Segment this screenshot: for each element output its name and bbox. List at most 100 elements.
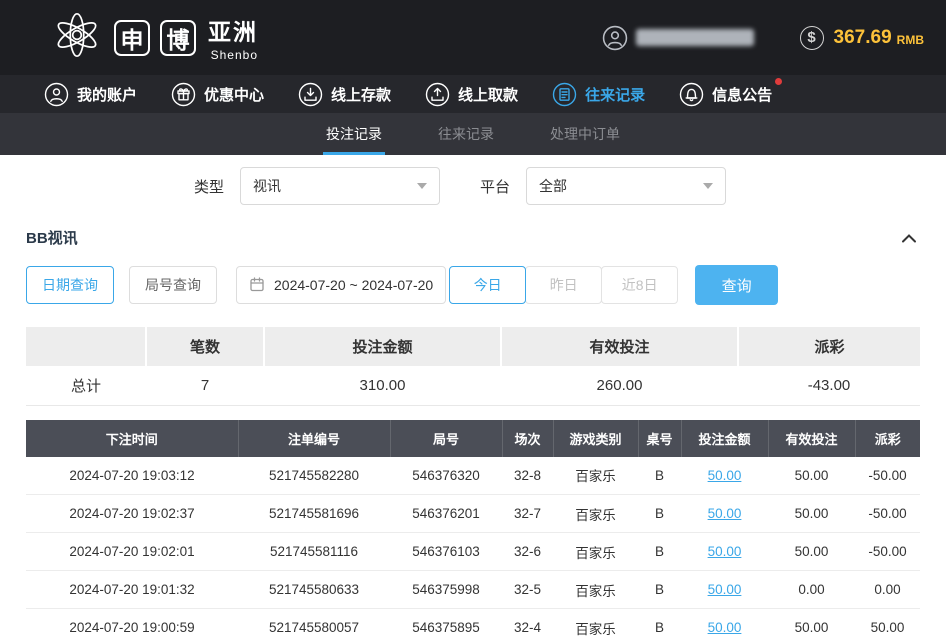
balance-currency-icon: $ (800, 26, 824, 50)
user-avatar-icon[interactable] (602, 25, 628, 51)
round-id-cell: 546375998 (390, 571, 502, 609)
payout-cell: -50.00 (855, 495, 920, 533)
nav-label: 线上存款 (331, 84, 391, 105)
today-button[interactable]: 今日 (449, 266, 526, 304)
section-title: BB视讯 (26, 227, 78, 248)
session-cell: 32-5 (502, 571, 553, 609)
header-table-no: 桌号 (638, 420, 681, 457)
tab-betting-records[interactable]: 投注记录 (323, 113, 385, 155)
table-row: 2024-07-20 19:03:12521745582280546376320… (26, 457, 920, 495)
brand-char-shen: 申 (114, 20, 150, 56)
round-id-cell: 546376103 (390, 533, 502, 571)
calendar-icon (249, 276, 265, 295)
date-range-value: 2024-07-20 ~ 2024-07-20 (274, 277, 433, 293)
date-range-input[interactable]: 2024-07-20 ~ 2024-07-20 (236, 266, 446, 304)
session-cell: 32-7 (502, 495, 553, 533)
table-no-cell: B (638, 495, 681, 533)
deposit-icon (298, 82, 323, 107)
notification-dot (775, 78, 782, 85)
bet-amount-link[interactable]: 50.00 (708, 620, 742, 635)
quick-range-group: 今日 昨日 近8日 (449, 266, 678, 304)
summary-payout: -43.00 (738, 366, 920, 405)
records-header-row: 下注时间 注单编号 局号 场次 游戏类别 桌号 投注金额 有效投注 派彩 (26, 420, 920, 457)
game-type-cell: 百家乐 (553, 533, 638, 571)
header-valid-bet: 有效投注 (768, 420, 855, 457)
brand-logo[interactable]: 申 博 亚洲 Shenbo (50, 9, 258, 66)
filter-row: 类型 视讯 平台 全部 (194, 167, 920, 205)
recent8-button[interactable]: 近8日 (601, 266, 678, 304)
summary-header-count: 笔数 (146, 327, 264, 366)
valid-bet-cell: 50.00 (768, 533, 855, 571)
chevron-down-icon (417, 183, 427, 189)
header-payout: 派彩 (855, 420, 920, 457)
tab-transaction-records[interactable]: 往来记录 (435, 113, 497, 155)
platform-select-value: 全部 (539, 176, 567, 196)
bet-amount-cell: 50.00 (681, 571, 768, 609)
game-type-cell: 百家乐 (553, 609, 638, 637)
nav-label: 往来记录 (585, 84, 645, 105)
platform-select[interactable]: 全部 (526, 167, 726, 205)
table-row: 2024-07-20 19:00:59521745580057546375895… (26, 609, 920, 637)
bet-time-cell: 2024-07-20 19:00:59 (26, 609, 238, 637)
yesterday-button[interactable]: 昨日 (525, 266, 602, 304)
bet-amount-link[interactable]: 50.00 (708, 582, 742, 597)
bet-id-cell: 521745581116 (238, 533, 390, 571)
collapse-section-button[interactable] (898, 229, 920, 247)
bet-time-cell: 2024-07-20 19:01:32 (26, 571, 238, 609)
bet-id-cell: 521745580633 (238, 571, 390, 609)
bet-id-cell: 521745580057 (238, 609, 390, 637)
nav-item-announcements[interactable]: 信息公告 (679, 82, 772, 107)
bet-amount-cell: 50.00 (681, 457, 768, 495)
game-type-cell: 百家乐 (553, 571, 638, 609)
table-no-cell: B (638, 533, 681, 571)
nav-item-records[interactable]: 往来记录 (552, 82, 645, 107)
summary-valid-bet: 260.00 (501, 366, 738, 405)
nav-label: 线上取款 (458, 84, 518, 105)
type-select[interactable]: 视讯 (240, 167, 440, 205)
header-session: 场次 (502, 420, 553, 457)
type-label: 类型 (194, 176, 224, 197)
summary-header-valid-bet: 有效投注 (501, 327, 738, 366)
top-header: 申 博 亚洲 Shenbo $ 367.69 RMB (0, 0, 946, 75)
records-icon (552, 82, 577, 107)
round-id-cell: 546376201 (390, 495, 502, 533)
summary-count: 7 (146, 366, 264, 405)
table-no-cell: B (638, 571, 681, 609)
payout-cell: -50.00 (855, 457, 920, 495)
nav-item-promotions[interactable]: 优惠中心 (171, 82, 264, 107)
nav-label: 我的账户 (77, 84, 137, 105)
bet-amount-cell: 50.00 (681, 609, 768, 637)
tab-processing-orders[interactable]: 处理中订单 (547, 113, 623, 155)
bet-time-cell: 2024-07-20 19:02:37 (26, 495, 238, 533)
bet-id-cell: 521745581696 (238, 495, 390, 533)
balance-currency-label: RMB (897, 33, 924, 47)
payout-cell: -50.00 (855, 533, 920, 571)
bet-amount-cell: 50.00 (681, 533, 768, 571)
payout-cell: 50.00 (855, 609, 920, 637)
bell-icon (679, 82, 704, 107)
table-row: 2024-07-20 19:01:32521745580633546375998… (26, 571, 920, 609)
section-header: BB视讯 (26, 227, 920, 248)
nav-label: 优惠中心 (204, 84, 264, 105)
sub-nav: 投注记录 往来记录 处理中订单 (0, 113, 946, 155)
summary-total-row: 总计 7 310.00 260.00 -43.00 (26, 366, 920, 405)
search-button[interactable]: 查询 (695, 265, 778, 305)
nav-item-my-account[interactable]: 我的账户 (44, 82, 137, 107)
bet-amount-link[interactable]: 50.00 (708, 506, 742, 521)
valid-bet-cell: 50.00 (768, 495, 855, 533)
bet-time-cell: 2024-07-20 19:03:12 (26, 457, 238, 495)
bet-amount-link[interactable]: 50.00 (708, 544, 742, 559)
nav-item-deposit[interactable]: 线上存款 (298, 82, 391, 107)
date-query-button[interactable]: 日期查询 (26, 266, 114, 304)
header-bet-time: 下注时间 (26, 420, 238, 457)
main-content: 类型 视讯 平台 全部 BB视讯 日期查询 局号查询 (0, 167, 946, 637)
valid-bet-cell: 0.00 (768, 571, 855, 609)
payout-cell: 0.00 (855, 571, 920, 609)
bet-amount-link[interactable]: 50.00 (708, 468, 742, 483)
brand-char-bo: 博 (160, 20, 196, 56)
chevron-down-icon (703, 183, 713, 189)
round-query-button[interactable]: 局号查询 (129, 266, 217, 304)
brand-region-block: 亚洲 Shenbo (208, 13, 258, 62)
summary-header-payout: 派彩 (738, 327, 920, 366)
nav-item-withdraw[interactable]: 线上取款 (425, 82, 518, 107)
